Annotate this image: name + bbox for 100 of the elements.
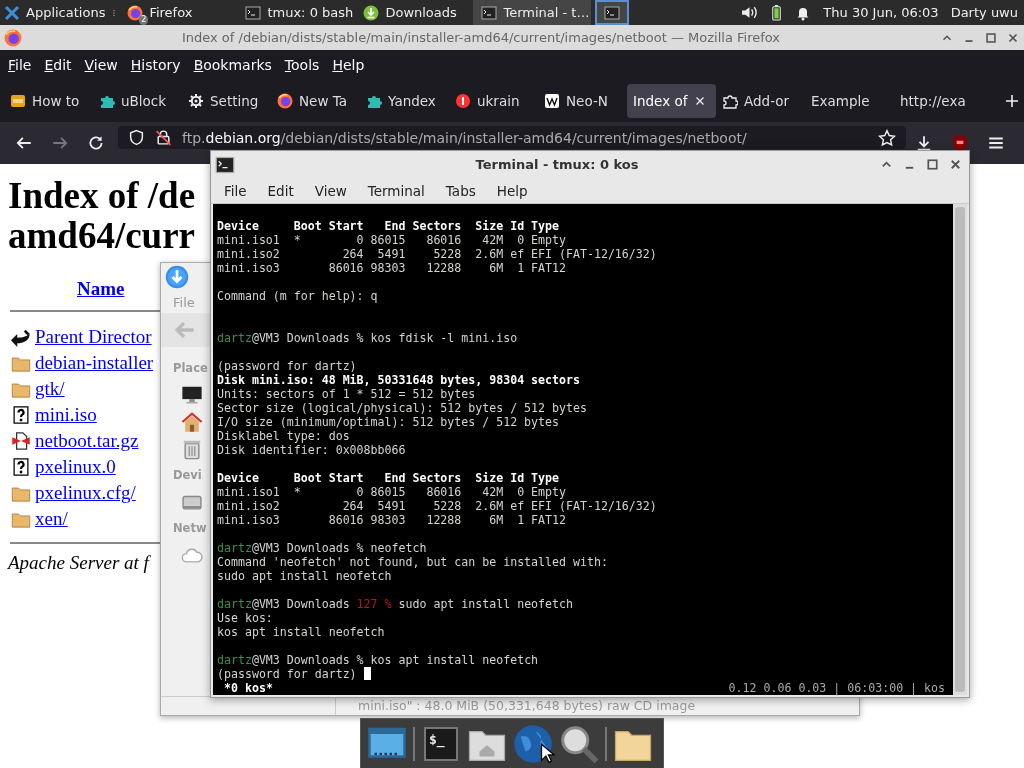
firefox-icon	[277, 93, 293, 109]
file-link[interactable]: gtk/	[35, 378, 65, 400]
window-title: Terminal - tmux: 0 kos	[474, 157, 640, 172]
terminal-icon	[604, 4, 621, 21]
menu-item[interactable]: Tabs	[445, 182, 476, 199]
terminal-line: mini.iso2 264 5491 5228 2.6M ef EFI (FAT-12/16/32)	[217, 499, 658, 513]
search-icon[interactable]	[559, 723, 599, 764]
menu-item[interactable]: Terminal	[367, 182, 425, 199]
terminal-line: Disk mini.iso: 48 MiB, 50331648 bytes, 98304 sectors	[217, 373, 581, 387]
menu-item[interactable]: Edit	[267, 182, 294, 199]
file-link[interactable]: xen/	[35, 508, 68, 530]
browser-tab[interactable]: uBlock	[93, 84, 182, 118]
menu-item[interactable]: History	[130, 57, 181, 73]
terminal-line: kos apt install neofetch	[217, 625, 386, 639]
terminal-line: mini.iso2 264 5491 5228 2.6M ef EFI (FAT-12/16/32)	[217, 247, 658, 261]
browser-tab[interactable]: Setting	[182, 84, 271, 118]
file-link[interactable]: pxelinux.0	[35, 456, 116, 478]
url-field[interactable]: ftp.debian.org/debian/dists/stable/main/installer-amd64/current/images/netboot/	[118, 126, 906, 149]
applications-menu[interactable]: Applications	[0, 0, 110, 25]
menu-item[interactable]: Help	[332, 57, 365, 73]
terminal-line: Command (m for help): q	[217, 289, 379, 303]
browser-tab[interactable]: Yandex	[360, 84, 449, 118]
terminal-icon	[481, 4, 498, 21]
terminal-launcher[interactable]: $_	[424, 726, 458, 761]
terminal-line: I/O size (minimum/optimal): 512 bytes / 512 bytes	[217, 415, 561, 429]
sidebar-heading: Devi	[172, 467, 202, 484]
menu-item[interactable]: Bookmarks	[193, 57, 272, 73]
shield-icon[interactable]	[951, 134, 969, 152]
menu-item[interactable]: Edit	[44, 57, 72, 73]
terminal-line: mini.iso1 * 0 86015 86016 42M 0 Empty	[217, 485, 567, 499]
browser-tab[interactable]: Index of	[627, 84, 716, 118]
taskbar-item[interactable]: 2 Firefox	[119, 0, 238, 25]
browser-tab[interactable]: New Ta	[271, 84, 360, 118]
home-icon[interactable]	[181, 410, 203, 433]
taskbar-item[interactable]: Terminal - t…	[473, 0, 592, 25]
tmux-window-label: *0 kos*	[223, 681, 273, 695]
status-text: mini.iso" : 48.0 MiB (50,331,648 bytes) raw CD image	[357, 697, 696, 715]
window-title: Index of /debian/dists/stable/main/installer-amd64/current/images/netboot — Mozilla Firefox	[180, 30, 782, 45]
site-icon	[544, 93, 560, 109]
menu-item[interactable]: View	[84, 57, 118, 73]
tmux-status-text: 0.12 0.06 0.03 | 06:03:00 | kos	[728, 681, 945, 695]
browser-tab[interactable]: How to	[4, 84, 93, 118]
clock[interactable]: Thu 30 Jun, 06:03	[817, 5, 945, 20]
user-name[interactable]: Darty uwu	[944, 5, 1024, 20]
terminal-line: Sector size (logical/physical): 512 bytes / 512 bytes	[217, 401, 588, 415]
file-link[interactable]: debian-installer	[35, 352, 154, 374]
terminal-line: Device Boot Start End Sectors Size Id Type	[217, 219, 561, 233]
browser-tab[interactable]: Add-or	[716, 84, 805, 118]
page-heading: Index of /de	[8, 176, 196, 216]
sidebar-heading: Place	[172, 360, 208, 377]
file-link[interactable]: pxelinux.cfg/	[35, 482, 136, 504]
app-menu-icon	[4, 4, 20, 21]
taskbar-item[interactable]: Downloads	[355, 0, 474, 25]
puzzle-icon	[99, 93, 115, 109]
file-link[interactable]: netboot.tar.gz	[35, 430, 139, 452]
column-header-link[interactable]: Name	[77, 278, 125, 300]
taskbar-item[interactable]: tmux: 0 bash	[237, 0, 356, 25]
new-tab-icon[interactable]	[1004, 93, 1020, 109]
volume-icon[interactable]	[741, 4, 759, 21]
browser-tab[interactable]: http://exa	[894, 84, 983, 118]
firefox-icon	[127, 4, 144, 21]
count-badge: 2	[139, 14, 149, 25]
settings-icon	[188, 93, 204, 109]
shield-icon[interactable]	[128, 129, 145, 146]
terminal-line: Units: sectors of 1 * 512 = 512 bytes	[217, 387, 477, 401]
close-icon[interactable]	[948, 157, 963, 172]
terminal-icon	[215, 154, 235, 175]
bookmark-star-icon[interactable]	[878, 128, 896, 147]
terminal-line: Disklabel type: dos	[217, 429, 351, 443]
download-icon	[165, 265, 189, 289]
scrollbar[interactable]	[953, 204, 967, 695]
terminal-line: mini.iso1 * 0 86015 86016 42M 0 Empty	[217, 233, 567, 247]
terminal-line: dartz@VM3 Downloads 127 % sudo apt install neofetch	[217, 597, 574, 611]
download-icon[interactable]	[915, 134, 933, 152]
maximize-icon[interactable]	[984, 30, 998, 45]
menu-item[interactable]: File	[224, 182, 247, 199]
menu-item[interactable]: File	[8, 57, 32, 73]
taskbar-item[interactable]	[595, 0, 630, 25]
terminal-line: mini.iso3 86016 98303 12288 6M 1 FAT12	[217, 513, 567, 527]
firefox-icon	[4, 28, 22, 47]
puzzle-icon	[366, 93, 382, 109]
terminal-line: Device Boot Start End Sectors Size Id Type	[217, 471, 561, 485]
terminal-line: sudo apt install neofetch	[217, 569, 393, 583]
terminal-line: (password for dartz)	[217, 667, 357, 681]
insecure-lock-icon[interactable]	[155, 129, 172, 146]
browser-tab[interactable]: ukrain	[449, 84, 538, 118]
maximize-icon[interactable]	[925, 157, 940, 172]
terminal-line: Use kos:	[217, 611, 274, 625]
puzzle-icon	[722, 93, 738, 109]
mouse-pointer-icon	[539, 743, 559, 763]
menu-item[interactable]: Tools	[284, 57, 320, 73]
menu-item[interactable]: Help	[496, 182, 528, 199]
file-link[interactable]: mini.iso	[35, 404, 97, 426]
browser-tab[interactable]: Example	[805, 84, 894, 118]
reload-icon[interactable]	[87, 134, 105, 152]
text-cursor	[363, 667, 371, 680]
browser-tab[interactable]: Neo-N	[538, 84, 627, 118]
file-link[interactable]: Parent Director	[35, 326, 152, 348]
terminal-line: mini.iso3 86016 98303 12288 6M 1 FAT12	[217, 261, 567, 275]
menu-item[interactable]: View	[314, 182, 347, 199]
